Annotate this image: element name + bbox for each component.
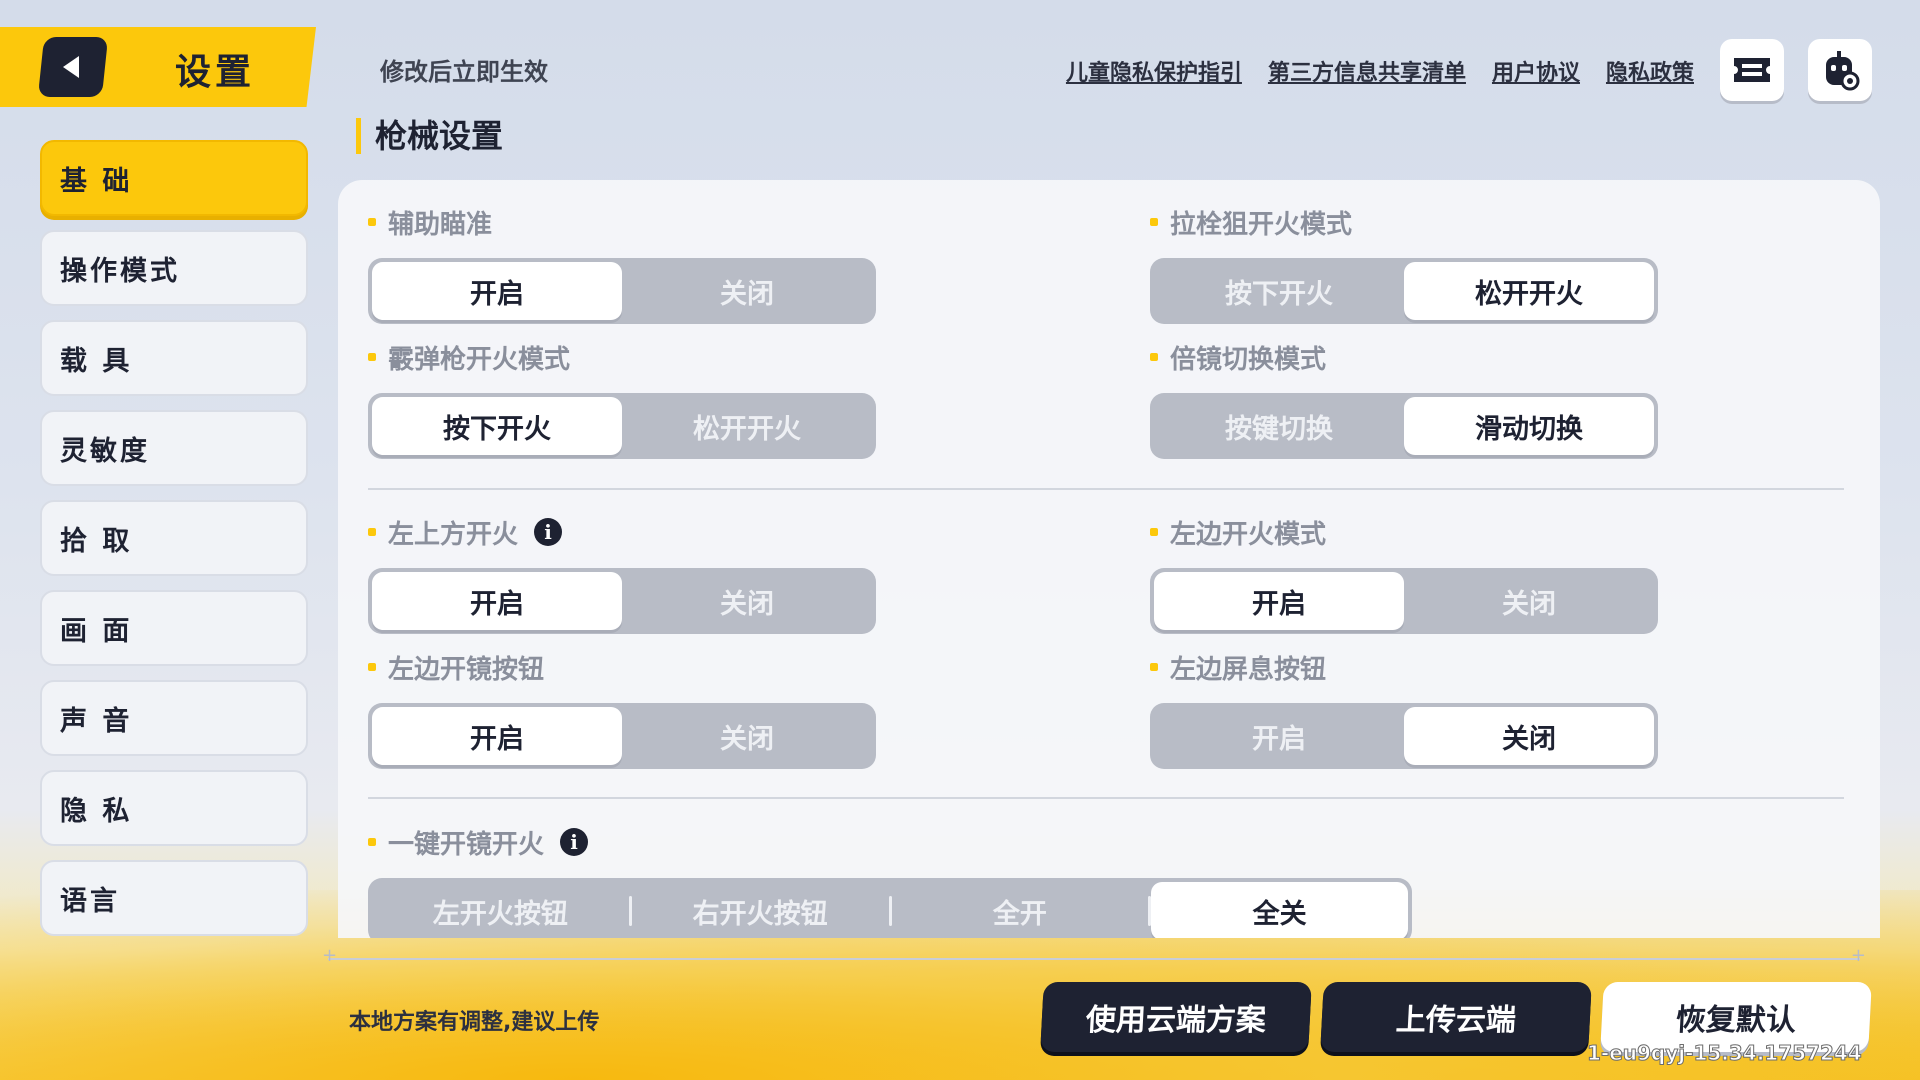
setting-label: 霰弹枪开火模式: [388, 344, 571, 375]
page-title: 设置: [175, 52, 256, 93]
aim-assist-toggle: 开启 关闭: [368, 258, 876, 324]
aim-assist-on[interactable]: 开启: [372, 262, 622, 320]
top-links: 儿童隐私保护指引 第三方信息共享清单 用户协议 隐私政策: [1066, 55, 1694, 87]
setting-label: 倍镜切换模式: [1170, 344, 1327, 375]
bottom-divider: [322, 945, 1866, 966]
upload-suggestion: 本地方案有调整,建议上传: [349, 1010, 600, 1035]
setting-left-fire-mode: 左边开火模式 开启 关闭: [1150, 514, 1658, 634]
apply-hint: 修改后立即生效: [380, 58, 548, 86]
section-title: 枪械设置: [356, 118, 503, 154]
setting-one-key-scope-fire: 一键开镜开火 i 左开火按钮 右开火按钮 全开 全关: [368, 824, 1412, 938]
shotgun-fire-press[interactable]: 按下开火: [372, 397, 622, 455]
back-button[interactable]: [37, 37, 109, 97]
setting-bolt-fire: 拉栓狙开火模式 按下开火 松开开火: [1150, 204, 1658, 324]
setting-label: 一键开镜开火: [388, 829, 545, 860]
left-fire-mode-on[interactable]: 开启: [1154, 572, 1404, 630]
one-key-all-on[interactable]: 全开: [892, 882, 1149, 938]
ticket-button[interactable]: [1720, 39, 1784, 101]
bullet-dot: [368, 838, 376, 846]
left-scope-button-off[interactable]: 关闭: [622, 707, 872, 765]
bolt-fire-press[interactable]: 按下开火: [1154, 262, 1404, 320]
sidebar-item-graphics[interactable]: 画 面: [40, 590, 308, 666]
bullet-dot: [368, 528, 376, 536]
info-icon[interactable]: i: [560, 828, 589, 856]
use-cloud-scheme-button[interactable]: 使用云端方案: [1040, 982, 1312, 1052]
shotgun-fire-release[interactable]: 松开开火: [622, 397, 872, 455]
setting-label: 左边开镜按钮: [388, 654, 545, 685]
robot-gear-icon: [1826, 51, 1860, 91]
info-icon[interactable]: i: [534, 518, 563, 546]
upload-cloud-button[interactable]: 上传云端: [1320, 982, 1592, 1052]
left-fire-mode-off[interactable]: 关闭: [1404, 572, 1654, 630]
link-user-agreement[interactable]: 用户协议: [1492, 55, 1580, 87]
setting-shotgun-fire: 霰弹枪开火模式 按下开火 松开开火: [368, 339, 876, 459]
setting-label: 辅助瞄准: [388, 209, 493, 240]
bullet-dot: [1150, 218, 1158, 226]
sidebar-item-pickup[interactable]: 拾 取: [40, 500, 308, 576]
version-label: 1-eu9qyj-15.34.1757244: [1587, 1041, 1863, 1066]
setting-label: 左边开火模式: [1170, 519, 1327, 550]
left-breath-button-off[interactable]: 关闭: [1404, 707, 1654, 765]
sidebar-item-basic[interactable]: 基 础: [40, 140, 308, 216]
bullet-dot: [368, 353, 376, 361]
divider: [368, 488, 1844, 490]
bullet-dot: [368, 663, 376, 671]
setting-left-scope-button: 左边开镜按钮 开启 关闭: [368, 649, 876, 769]
one-key-left-fire[interactable]: 左开火按钮: [372, 882, 629, 938]
bullet-dot: [1150, 663, 1158, 671]
left-scope-button-toggle: 开启 关闭: [368, 703, 876, 769]
left-breath-button-on[interactable]: 开启: [1154, 707, 1404, 765]
link-privacy-policy[interactable]: 隐私政策: [1606, 55, 1694, 87]
bolt-fire-toggle: 按下开火 松开开火: [1150, 258, 1658, 324]
sidebar-item-language[interactable]: 语言: [40, 860, 308, 936]
sidebar-item-sensitivity[interactable]: 灵敏度: [40, 410, 308, 486]
aim-assist-off[interactable]: 关闭: [622, 262, 872, 320]
one-key-scope-fire-toggle: 左开火按钮 右开火按钮 全开 全关: [368, 878, 1412, 938]
setting-scope-switch: 倍镜切换模式 按键切换 滑动切换: [1150, 339, 1658, 459]
bullet-dot: [1150, 528, 1158, 536]
shotgun-fire-toggle: 按下开火 松开开火: [368, 393, 876, 459]
one-key-all-off[interactable]: 全关: [1151, 882, 1408, 938]
setting-label: 左上方开火: [388, 519, 519, 550]
sidebar-item-vehicle[interactable]: 载 具: [40, 320, 308, 396]
scope-switch-toggle: 按键切换 滑动切换: [1150, 393, 1658, 459]
divider: [368, 797, 1844, 799]
one-key-right-fire[interactable]: 右开火按钮: [632, 882, 889, 938]
setting-left-breath-button: 左边屏息按钮 开启 关闭: [1150, 649, 1658, 769]
sidebar-item-sound[interactable]: 声 音: [40, 680, 308, 756]
bullet-dot: [368, 218, 376, 226]
sidebar-item-privacy[interactable]: 隐 私: [40, 770, 308, 846]
upper-left-fire-off[interactable]: 关闭: [622, 572, 872, 630]
setting-label: 拉栓狙开火模式: [1170, 209, 1353, 240]
robot-settings-button[interactable]: [1808, 39, 1872, 101]
upper-left-fire-toggle: 开启 关闭: [368, 568, 876, 634]
back-arrow-icon: [63, 56, 79, 78]
scope-switch-slide[interactable]: 滑动切换: [1404, 397, 1654, 455]
ticket-icon: [1734, 58, 1770, 82]
left-fire-mode-toggle: 开启 关闭: [1150, 568, 1658, 634]
settings-panel: 辅助瞄准 开启 关闭 拉栓狙开火模式 按下开火 松开开火 霰弹枪开火模式 按下开…: [338, 180, 1880, 938]
setting-aim-assist: 辅助瞄准 开启 关闭: [368, 204, 876, 324]
setting-upper-left-fire: 左上方开火 i 开启 关闭: [368, 514, 876, 634]
upper-left-fire-on[interactable]: 开启: [372, 572, 622, 630]
scope-switch-key[interactable]: 按键切换: [1154, 397, 1404, 455]
sidebar: 基 础 操作模式 载 具 灵敏度 拾 取 画 面 声 音 隐 私 语言: [40, 140, 308, 950]
setting-label: 左边屏息按钮: [1170, 654, 1327, 685]
link-third-party-info[interactable]: 第三方信息共享清单: [1268, 55, 1466, 87]
bolt-fire-release[interactable]: 松开开火: [1404, 262, 1654, 320]
left-scope-button-on[interactable]: 开启: [372, 707, 622, 765]
bullet-dot: [1150, 353, 1158, 361]
sidebar-item-control-mode[interactable]: 操作模式: [40, 230, 308, 306]
link-child-privacy[interactable]: 儿童隐私保护指引: [1066, 55, 1242, 87]
left-breath-button-toggle: 开启 关闭: [1150, 703, 1658, 769]
